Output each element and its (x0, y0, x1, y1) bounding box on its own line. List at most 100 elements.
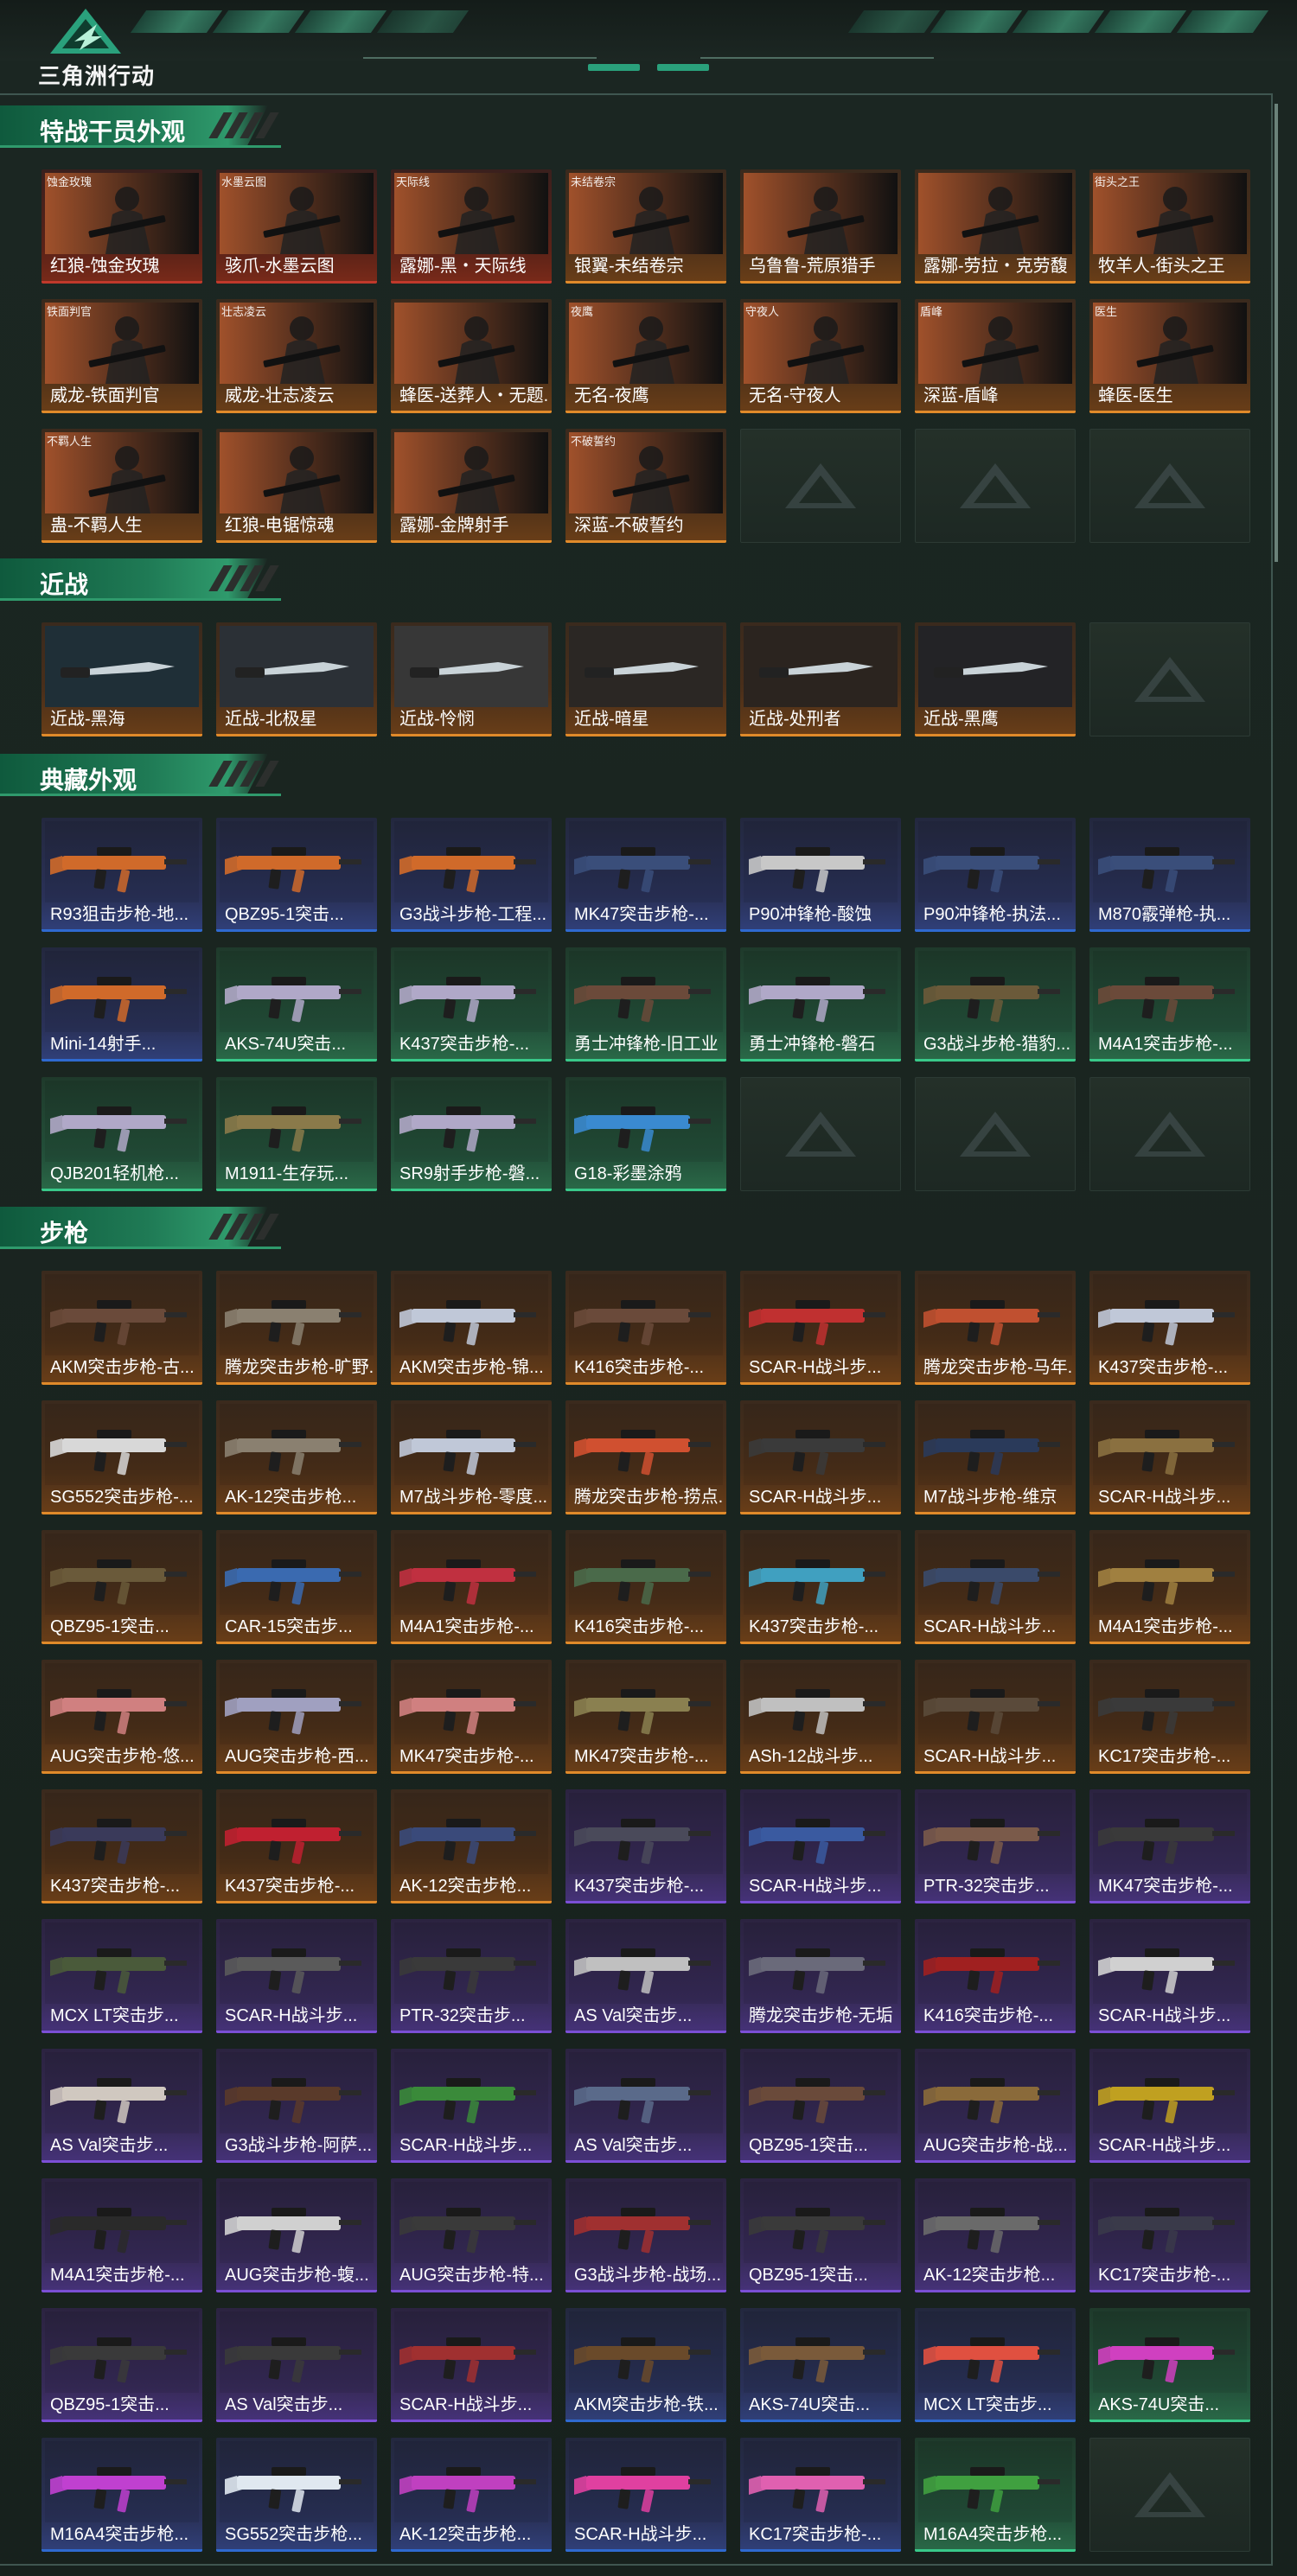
rifles-card[interactable]: QBZ95-1突击... (42, 1530, 202, 1644)
rifles-card[interactable]: AUG突击步枪-西... (216, 1660, 377, 1774)
collection-card[interactable]: K437突击步枪-... (391, 947, 552, 1062)
rifles-card[interactable]: AKM突击步枪-古... (42, 1271, 202, 1385)
operators-card[interactable]: 露娜-金牌射手 (391, 429, 552, 543)
rifles-card[interactable]: MK47突击步枪-... (1089, 1789, 1250, 1903)
operators-card[interactable]: 不羁人生 蛊-不羁人生 (42, 429, 202, 543)
melee-card[interactable]: 近战-黑鹰 (915, 622, 1076, 736)
rifles-card[interactable]: CAR-15突击步... (216, 1530, 377, 1644)
rifles-card[interactable]: MK47突击步枪-... (391, 1660, 552, 1774)
rifles-card[interactable]: 腾龙突击步枪-马年... (915, 1271, 1076, 1385)
rifles-card[interactable]: K437突击步枪-... (565, 1789, 726, 1903)
rifles-card[interactable]: SCAR-H战斗步... (1089, 1919, 1250, 2033)
collection-card[interactable]: 勇士冲锋枪-旧工业 (565, 947, 726, 1062)
rifles-card[interactable]: SCAR-H战斗步... (915, 1660, 1076, 1774)
operators-card[interactable]: 露娜-劳拉・克劳馥 (915, 169, 1076, 284)
rifles-card[interactable]: SCAR-H战斗步... (391, 2049, 552, 2163)
rifles-card[interactable]: M7战斗步枪-零度... (391, 1400, 552, 1514)
rifles-card[interactable]: AK-12突击步枪... (391, 1789, 552, 1903)
rifles-card[interactable]: SG552突击步枪-... (42, 1400, 202, 1514)
rifles-card[interactable]: K416突击步枪-... (565, 1530, 726, 1644)
collection-card[interactable]: QJB201轻机枪... (42, 1077, 202, 1191)
rifles-card[interactable]: QBZ95-1突击... (42, 2308, 202, 2422)
operators-card[interactable]: 不破誓约 深蓝-不破誓约 (565, 429, 726, 543)
rifles-card[interactable]: QBZ95-1突击... (740, 2178, 901, 2292)
operators-card[interactable]: 蜂医-送葬人・无题... (391, 299, 552, 413)
rifles-card[interactable]: M4A1突击步枪-... (1089, 1530, 1250, 1644)
rifles-card[interactable]: 腾龙突击步枪-旷野... (216, 1271, 377, 1385)
collection-card[interactable]: 勇士冲锋枪-磐石 (740, 947, 901, 1062)
rifles-card[interactable]: AS Val突击步... (565, 2049, 726, 2163)
melee-card[interactable]: 近战-怜悯 (391, 622, 552, 736)
rifles-card[interactable]: AKS-74U突击... (740, 2308, 901, 2422)
collection-card[interactable]: G18-彩墨涂鸦 (565, 1077, 726, 1191)
collection-card[interactable]: MK47突击步枪-... (565, 818, 726, 932)
rifles-card[interactable]: AS Val突击步... (216, 2308, 377, 2422)
operators-card[interactable]: 铁面判官 威龙-铁面判官 (42, 299, 202, 413)
rifles-card[interactable]: AUG突击步枪-战... (915, 2049, 1076, 2163)
rifles-card[interactable]: SCAR-H战斗步... (216, 1919, 377, 2033)
rifles-card[interactable]: SCAR-H战斗步... (391, 2308, 552, 2422)
rifles-card[interactable]: KC17突击步枪-... (1089, 2178, 1250, 2292)
rifles-card[interactable]: M4A1突击步枪-... (42, 2178, 202, 2292)
rifles-card[interactable]: AKS-74U突击... (1089, 2308, 1250, 2422)
rifles-card[interactable]: M16A4突击步枪... (915, 2438, 1076, 2552)
rifles-card[interactable]: QBZ95-1突击... (740, 2049, 901, 2163)
collection-card[interactable]: G3战斗步枪-猎豹... (915, 947, 1076, 1062)
rifles-card[interactable]: AUG突击步枪-特... (391, 2178, 552, 2292)
rifles-card[interactable]: M16A4突击步枪... (42, 2438, 202, 2552)
operators-card[interactable]: 壮志凌云 威龙-壮志凌云 (216, 299, 377, 413)
rifles-card[interactable]: AK-12突击步枪... (391, 2438, 552, 2552)
collection-card[interactable]: AKS-74U突击... (216, 947, 377, 1062)
operators-card[interactable]: 天际线 露娜-黑・天际线 (391, 169, 552, 284)
rifles-card[interactable]: AUG突击步枪-悠... (42, 1660, 202, 1774)
rifles-card[interactable]: AKM突击步枪-锦... (391, 1271, 552, 1385)
collection-card[interactable]: SR9射手步枪-磐... (391, 1077, 552, 1191)
operators-card[interactable]: 蚀金玫瑰 红狼-蚀金玫瑰 (42, 169, 202, 284)
collection-card[interactable]: M1911-生存玩... (216, 1077, 377, 1191)
collection-card[interactable]: QBZ95-1突击... (216, 818, 377, 932)
operators-card[interactable]: 红狼-电锯惊魂 (216, 429, 377, 543)
rifles-card[interactable]: K437突击步枪-... (216, 1789, 377, 1903)
collection-card[interactable]: P90冲锋枪-酸蚀 (740, 818, 901, 932)
rifles-card[interactable]: 腾龙突击步枪-捞点... (565, 1400, 726, 1514)
melee-card[interactable]: 近战-暗星 (565, 622, 726, 736)
rifles-card[interactable]: G3战斗步枪-战场... (565, 2178, 726, 2292)
collection-card[interactable]: G3战斗步枪-工程... (391, 818, 552, 932)
rifles-card[interactable]: K437突击步枪-... (42, 1789, 202, 1903)
rifles-card[interactable]: SCAR-H战斗步... (1089, 2049, 1250, 2163)
rifles-card[interactable]: K437突击步枪-... (1089, 1271, 1250, 1385)
rifles-card[interactable]: SCAR-H战斗步... (915, 1530, 1076, 1644)
collection-card[interactable]: R93狙击步枪-地... (42, 818, 202, 932)
collection-card[interactable]: M870霰弹枪-执... (1089, 818, 1250, 932)
collection-card[interactable]: P90冲锋枪-执法... (915, 818, 1076, 932)
collection-card[interactable]: Mini-14射手... (42, 947, 202, 1062)
rifles-card[interactable]: MCX LT突击步... (42, 1919, 202, 2033)
rifles-card[interactable]: AUG突击步枪-蝮... (216, 2178, 377, 2292)
rifles-card[interactable]: SCAR-H战斗步... (565, 2438, 726, 2552)
operators-card[interactable]: 未结卷宗 银翼-未结卷宗 (565, 169, 726, 284)
rifles-card[interactable]: SCAR-H战斗步... (740, 1271, 901, 1385)
rifles-card[interactable]: SG552突击步枪... (216, 2438, 377, 2552)
operators-card[interactable]: 水墨云图 骇爪-水墨云图 (216, 169, 377, 284)
operators-card[interactable]: 街头之王 牧羊人-街头之王 (1089, 169, 1250, 284)
melee-card[interactable]: 近战-黑海 (42, 622, 202, 736)
operators-card[interactable]: 医生 蜂医-医生 (1089, 299, 1250, 413)
rifles-card[interactable]: ASh-12战斗步... (740, 1660, 901, 1774)
rifles-card[interactable]: K437突击步枪-... (740, 1530, 901, 1644)
rifles-card[interactable]: G3战斗步枪-阿萨... (216, 2049, 377, 2163)
rifles-card[interactable]: KC17突击步枪-... (1089, 1660, 1250, 1774)
rifles-card[interactable]: MK47突击步枪-... (565, 1660, 726, 1774)
operators-card[interactable]: 乌鲁鲁-荒原猎手 (740, 169, 901, 284)
operators-card[interactable]: 盾峰 深蓝-盾峰 (915, 299, 1076, 413)
rifles-card[interactable]: AK-12突击步枪... (216, 1400, 377, 1514)
rifles-card[interactable]: K416突击步枪-... (915, 1919, 1076, 2033)
rifles-card[interactable]: KC17突击步枪-... (740, 2438, 901, 2552)
rifles-card[interactable]: AKM突击步枪-铁... (565, 2308, 726, 2422)
rifles-card[interactable]: PTR-32突击步... (391, 1919, 552, 2033)
rifles-card[interactable]: AK-12突击步枪... (915, 2178, 1076, 2292)
rifles-card[interactable]: M7战斗步枪-维京 (915, 1400, 1076, 1514)
operators-card[interactable]: 守夜人 无名-守夜人 (740, 299, 901, 413)
rifles-card[interactable]: 腾龙突击步枪-无垢 (740, 1919, 901, 2033)
melee-card[interactable]: 近战-北极星 (216, 622, 377, 736)
collection-card[interactable]: M4A1突击步枪-... (1089, 947, 1250, 1062)
